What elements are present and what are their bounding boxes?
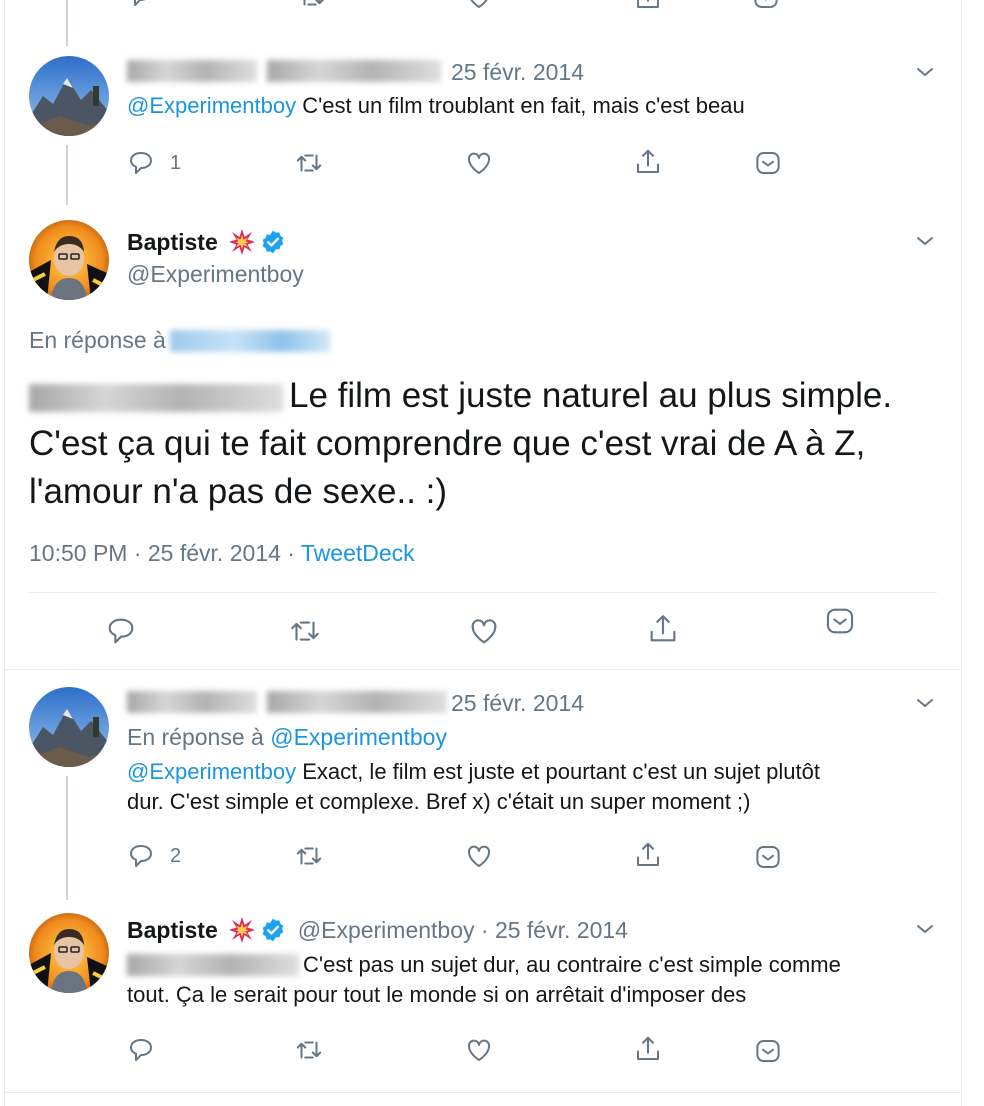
- dismiss-button[interactable]: [753, 842, 783, 872]
- blurred-mention[interactable]: [169, 329, 330, 352]
- share-icon[interactable]: [633, 0, 667, 8]
- dismiss-icon: [756, 846, 780, 868]
- thread-line: [66, 776, 68, 900]
- tweet-date[interactable]: 25 févr. 2014: [451, 690, 584, 717]
- like-button[interactable]: [467, 614, 501, 648]
- dismiss-icon[interactable]: [751, 0, 785, 8]
- avatar[interactable]: [29, 220, 109, 300]
- share-button[interactable]: [633, 840, 663, 870]
- tweet-text-line: l'amour n'a pas de sexe.. :): [29, 472, 448, 511]
- caret-icon[interactable]: [913, 917, 937, 941]
- avatar[interactable]: [29, 56, 109, 136]
- handle[interactable]: @Experimentboy: [127, 261, 304, 288]
- share-button[interactable]: [633, 1034, 663, 1064]
- retweet-icon: [291, 621, 319, 641]
- dismiss-icon: [756, 1040, 780, 1062]
- dismiss-button[interactable]: [753, 148, 783, 178]
- tweet-text-line: @Experimentboy Exact, le film est juste …: [127, 759, 820, 784]
- retweet-icon: [296, 154, 322, 172]
- display-name[interactable]: Baptiste: [127, 229, 218, 256]
- retweet-button[interactable]: [293, 148, 325, 178]
- tweet-text-line: dur. C'est simple et complexe. Bref x) c…: [127, 789, 751, 814]
- blurred-handle: [267, 691, 447, 713]
- reply-button[interactable]: 1: [126, 148, 181, 178]
- verified-icon: [262, 918, 284, 942]
- share-icon: [637, 1036, 659, 1060]
- reply-button[interactable]: [104, 614, 138, 648]
- share-icon: [637, 842, 659, 866]
- tweet-text-line: tout. Ça le serait pour tout le monde si…: [127, 982, 747, 1007]
- retweet-icon: [296, 847, 322, 865]
- tweet-text-line: C'est ça qui te fait comprendre que c'es…: [29, 424, 866, 463]
- tweet-text-line: C'est pas un sujet dur, au contraire c'e…: [303, 952, 841, 977]
- like-button[interactable]: [464, 148, 494, 178]
- blurred-display-name: [127, 60, 257, 82]
- blurred-mention[interactable]: [29, 384, 283, 412]
- reply-icon: [108, 618, 134, 644]
- dismiss-icon: [826, 608, 854, 634]
- tweet-date[interactable]: 25 févr. 2014: [451, 59, 584, 86]
- verified-icon: [262, 230, 284, 254]
- reply-icon: [130, 1039, 152, 1061]
- display-name[interactable]: Baptiste: [127, 917, 218, 944]
- caret-icon[interactable]: [913, 60, 937, 84]
- reply-button[interactable]: 2: [126, 841, 181, 871]
- reply-context: En réponse à @Experimentboy: [127, 724, 447, 750]
- divider: [29, 592, 937, 593]
- retweet-button[interactable]: [293, 841, 325, 871]
- reply-icon[interactable]: [125, 0, 165, 8]
- retweet-button[interactable]: [286, 614, 324, 648]
- divider: [5, 669, 961, 670]
- mention-link[interactable]: @Experimentboy: [127, 93, 296, 118]
- collision-emoji: [228, 229, 255, 255]
- caret-icon[interactable]: [913, 229, 937, 253]
- source-link[interactable]: TweetDeck: [301, 540, 415, 566]
- share-icon: [650, 615, 676, 642]
- divider: [5, 1092, 961, 1093]
- like-button[interactable]: [464, 1035, 494, 1065]
- retweet-button[interactable]: [293, 1035, 325, 1065]
- mention-link[interactable]: @Experimentboy: [127, 759, 296, 784]
- blurred-display-name: [127, 691, 257, 713]
- reply-button[interactable]: [126, 1035, 156, 1065]
- reply-count: 2: [170, 844, 182, 867]
- avatar[interactable]: [29, 913, 109, 993]
- retweet-icon: [296, 1041, 322, 1059]
- caret-icon[interactable]: [913, 691, 937, 715]
- blurred-handle: [267, 60, 441, 82]
- like-icon: [467, 1039, 491, 1061]
- thread-line: [66, 0, 68, 46]
- collision-emoji: [228, 917, 255, 943]
- retweet-icon[interactable]: [297, 0, 331, 8]
- reply-icon: [130, 152, 152, 174]
- tweet-text: @Experimentboy C'est un film troublant e…: [127, 93, 745, 118]
- avatar[interactable]: [29, 687, 109, 767]
- thread-line: [66, 145, 68, 205]
- reply-to-link[interactable]: @Experimentboy: [270, 724, 447, 750]
- tweet-text-line: Le film est juste naturel au plus simple…: [289, 376, 893, 415]
- dismiss-icon: [756, 152, 780, 174]
- share-button[interactable]: [646, 612, 680, 646]
- like-icon: [467, 845, 491, 867]
- like-button[interactable]: [464, 841, 494, 871]
- reply-icon: [130, 845, 152, 867]
- reply-count: 1: [170, 151, 182, 174]
- timeline-column: 25 févr. 2014 @Experimentboy C'est un fi…: [4, 0, 962, 1106]
- dismiss-button[interactable]: [753, 1036, 783, 1066]
- share-button[interactable]: [633, 147, 663, 177]
- share-icon: [637, 149, 659, 173]
- blurred-mention[interactable]: [127, 954, 299, 976]
- tweet-timestamp: 10:50 PM · 25 févr. 2014 · TweetDeck: [29, 540, 415, 566]
- dismiss-button[interactable]: [823, 604, 857, 638]
- reply-context: En réponse à: [29, 327, 166, 353]
- handle-and-date[interactable]: @Experimentboy · 25 févr. 2014: [298, 917, 628, 944]
- like-icon[interactable]: [464, 0, 498, 8]
- like-icon: [467, 152, 491, 174]
- like-icon: [471, 619, 497, 644]
